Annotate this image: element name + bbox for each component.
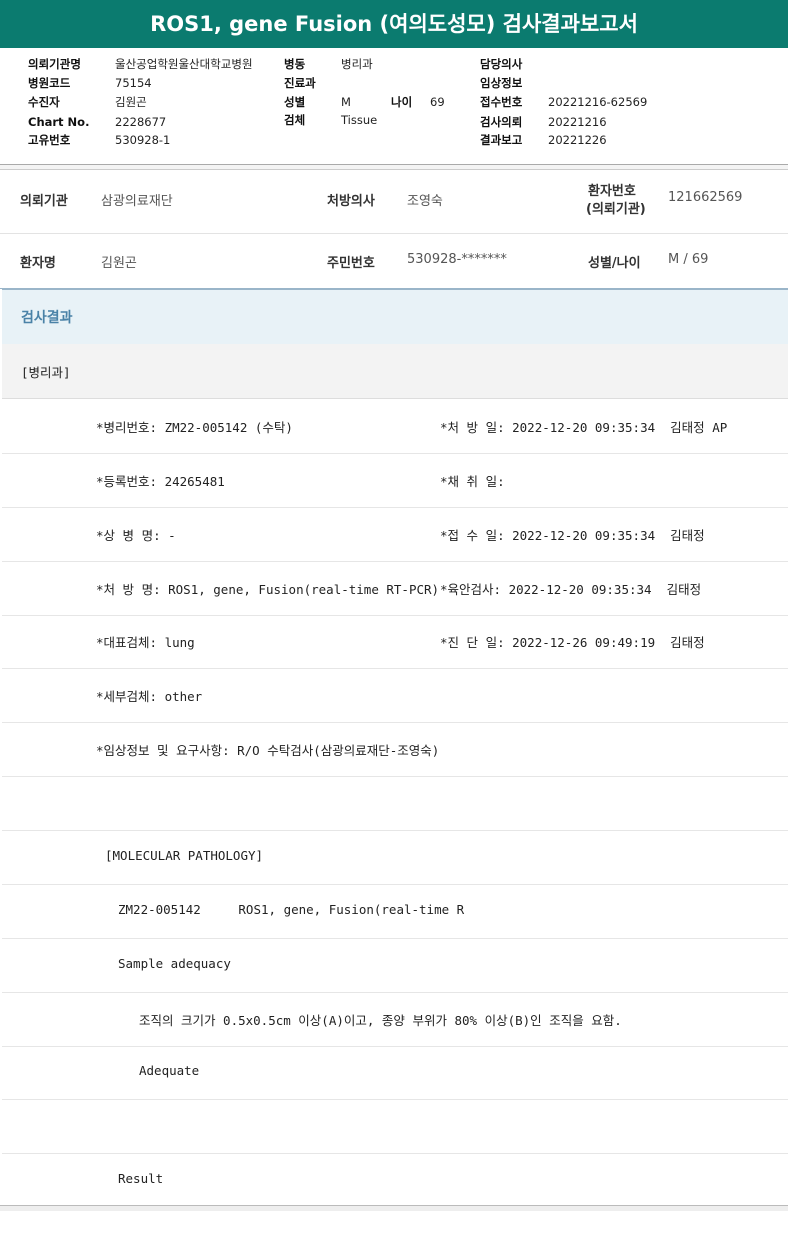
header-label: 병원코드: [28, 76, 71, 90]
rrn-label: 주민번호: [327, 256, 375, 271]
header-value: 20221216-62569: [548, 95, 648, 109]
result-row: *세부검체: other: [2, 668, 788, 723]
patient-no-value: 121662569: [668, 190, 743, 205]
doctor-value: 조영숙: [407, 194, 443, 209]
receipt-date: *접 수 일: 2022-12-20 09:35:34 김태정: [440, 528, 705, 543]
dept-row: [병리과]: [2, 344, 788, 399]
prescription-name: *처 방 명: ROS1, gene, Fusion(real-time RT-…: [96, 582, 440, 597]
gross-exam-date: *육안검사: 2022-12-20 09:35:34 김태정: [440, 582, 702, 597]
result-row: *대표검체: lung *진 단 일: 2022-12-26 09:49:19 …: [2, 614, 788, 669]
header-label: 임상정보: [480, 76, 523, 90]
registration-no: *등록번호: 24265481: [96, 474, 225, 489]
header-label: Chart No.: [28, 115, 90, 129]
header-label: 성별: [284, 95, 306, 109]
patient-name-label: 환자명: [20, 256, 56, 271]
patient-info-row: 환자명 김원곤 주민번호 530928-******* 성별/나이 M / 69: [0, 234, 788, 289]
adequacy-criteria: 조직의 크기가 0.5x0.5cm 이상(A)이고, 종양 부위가 80% 이상…: [139, 1013, 622, 1028]
header-label: 수진자: [28, 95, 60, 109]
report-title: ROS1, gene Fusion (여의도성모) 검사결과보고서: [0, 0, 788, 48]
result-row: *병리번호: ZM22-005142 (수탁) *처 방 일: 2022-12-…: [2, 399, 788, 454]
header-value: 20221226: [548, 133, 607, 147]
molecular-pathology-header: [MOLECULAR PATHOLOGY]: [105, 848, 264, 863]
diagnosis-date: *진 단 일: 2022-12-26 09:49:19 김태정: [440, 635, 705, 650]
adequacy-label: Sample adequacy: [118, 956, 231, 971]
result-row: Adequate: [2, 1045, 788, 1100]
header-label: 접수번호: [480, 95, 523, 109]
header-value: 2228677: [115, 115, 167, 129]
result-row: Result: [2, 1153, 788, 1207]
footer-divider: [0, 1205, 788, 1211]
result-row-empty: [2, 1099, 788, 1154]
result-row-empty: [2, 776, 788, 831]
adequacy-value: Adequate: [139, 1063, 200, 1078]
header-value: 530928-1: [115, 133, 171, 147]
result-row: ZM22-005142 ROS1, gene, Fusion(real-time…: [2, 884, 788, 939]
header-label: 의뢰기관명: [28, 57, 81, 71]
detail-specimen: *세부검체: other: [96, 689, 203, 704]
sex-age-value: M / 69: [668, 252, 709, 267]
header-value: 병리과: [341, 57, 373, 71]
result-row: [MOLECULAR PATHOLOGY]: [2, 830, 788, 885]
dept-label: [병리과]: [21, 365, 71, 380]
header-label: 고유번호: [28, 133, 71, 147]
result-row: *등록번호: 24265481 *채 취 일:: [2, 453, 788, 508]
request-org-label: 의뢰기관: [20, 194, 68, 209]
rrn-value: 530928-*******: [407, 252, 507, 267]
patient-info-row: 의뢰기관 삼광의료재단 처방의사 조영숙 환자번호 (의뢰기관) 1216625…: [0, 170, 788, 234]
header-label: 검사의뢰: [480, 115, 523, 129]
patient-no-label: 환자번호: [588, 184, 636, 199]
sex-age-label: 성별/나이: [588, 256, 641, 271]
header-value: 20221216: [548, 115, 607, 129]
header-label: 병동: [284, 57, 306, 71]
representative-specimen: *대표검체: lung: [96, 635, 195, 650]
header-value: 울산공업학원울산대학교병원: [115, 57, 253, 71]
result-row: *임상정보 및 요구사항: R/O 수탁검사(삼광의료재단-조영숙): [2, 722, 788, 777]
request-org-value: 삼광의료재단: [101, 194, 173, 209]
report-header: 의뢰기관명 울산공업학원울산대학교병원 병원코드 75154 수진자 김원곤 C…: [0, 48, 788, 165]
collection-date: *채 취 일:: [440, 474, 505, 489]
header-value: M: [341, 95, 351, 109]
doctor-label: 처방의사: [327, 194, 375, 209]
header-value: 김원곤: [115, 95, 147, 109]
clinical-info: *임상정보 및 요구사항: R/O 수탁검사(삼광의료재단-조영숙): [96, 743, 440, 758]
results-section-header: 검사결과: [2, 289, 788, 345]
header-label: 나이: [391, 95, 413, 109]
header-label: 담당의사: [480, 57, 523, 71]
result-row: *처 방 명: ROS1, gene, Fusion(real-time RT-…: [2, 561, 788, 616]
result-row: 조직의 크기가 0.5x0.5cm 이상(A)이고, 종양 부위가 80% 이상…: [2, 992, 788, 1047]
header-value: 69: [430, 95, 445, 109]
result-label: Result: [118, 1171, 164, 1186]
patient-no-sublabel: (의뢰기관): [586, 202, 646, 217]
patient-name-value: 김원곤: [101, 256, 137, 271]
header-value: Tissue: [341, 113, 378, 127]
header-label: 진료과: [284, 76, 316, 90]
header-label: 검체: [284, 113, 306, 127]
result-row: Sample adequacy: [2, 938, 788, 993]
header-value: 75154: [115, 76, 152, 90]
test-line: ZM22-005142 ROS1, gene, Fusion(real-time…: [118, 902, 465, 917]
pathology-no: *병리번호: ZM22-005142 (수탁): [96, 420, 293, 435]
result-row: *상 병 명: - *접 수 일: 2022-12-20 09:35:34 김태…: [2, 507, 788, 562]
disease-name: *상 병 명: -: [96, 528, 176, 543]
header-label: 결과보고: [480, 133, 523, 147]
prescription-date: *처 방 일: 2022-12-20 09:35:34 김태정 AP: [440, 420, 728, 435]
results-section-title: 검사결과: [21, 310, 73, 326]
